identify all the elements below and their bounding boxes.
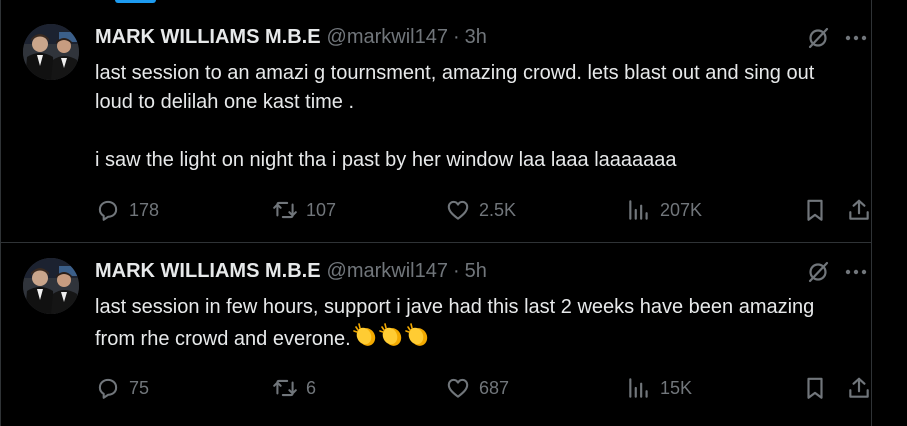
repost-button[interactable]: 6 — [272, 375, 316, 401]
repost-count: 6 — [306, 377, 317, 398]
separator-dot: · — [452, 26, 460, 48]
more-dots-icon[interactable] — [843, 259, 869, 285]
bar-chart-icon — [629, 200, 648, 220]
views-button[interactable]: 207K — [626, 197, 702, 223]
tweet-header-actions — [805, 259, 871, 285]
tweet-paragraph: last session in few hours, support i jav… — [95, 296, 820, 350]
share-upload-icon — [849, 199, 869, 220]
tweet-actions: 178 107 2.5K 207K — [95, 197, 871, 223]
repost-arrows-icon — [273, 379, 297, 397]
author-name[interactable]: MARK WILLIAMS M.B.E — [95, 259, 321, 283]
grok-icon[interactable] — [805, 25, 831, 51]
more-dots-icon[interactable] — [843, 25, 869, 51]
clapping-hands-icon — [352, 323, 427, 346]
share-button[interactable] — [846, 197, 880, 223]
repost-arrows-icon — [273, 201, 297, 219]
avatar[interactable] — [23, 24, 79, 80]
tweet-header: MARK WILLIAMS M.B.E @markwil147 · 3h — [95, 25, 487, 49]
repost-count: 107 — [306, 199, 337, 220]
bar-chart-icon — [629, 378, 648, 398]
like-count: 687 — [479, 377, 510, 398]
reply-count: 75 — [129, 377, 150, 398]
bookmark-icon — [807, 199, 823, 221]
bookmark-button[interactable] — [802, 197, 836, 223]
reply-count: 178 — [129, 199, 160, 220]
timestamp[interactable]: 3h — [465, 25, 487, 49]
heart-icon — [447, 378, 469, 398]
timestamp[interactable]: 5h — [465, 259, 487, 283]
tab-indicator — [115, 0, 156, 3]
speech-bubble-icon — [98, 200, 118, 221]
avatar[interactable] — [23, 258, 79, 314]
speech-bubble-icon — [98, 378, 118, 399]
share-button[interactable] — [846, 375, 880, 401]
heart-icon — [447, 200, 469, 220]
bookmark-button[interactable] — [802, 375, 836, 401]
tweet-paragraph: i saw the light on night tha i past by h… — [95, 149, 677, 171]
author-handle[interactable]: @markwil147 — [327, 25, 448, 49]
tweet-header: MARK WILLIAMS M.B.E @markwil147 · 5h — [95, 259, 487, 283]
author-name[interactable]: MARK WILLIAMS M.B.E — [95, 25, 321, 49]
reply-button[interactable]: 75 — [95, 375, 149, 401]
tweet-actions: 75 6 687 15K — [95, 375, 871, 401]
repost-button[interactable]: 107 — [272, 197, 336, 223]
tweet-paragraph: last session to an amazi g tournsment, a… — [95, 62, 820, 113]
reply-button[interactable]: 178 — [95, 197, 159, 223]
tweet-text: last session to an amazi g tournsment, a… — [95, 59, 855, 175]
tweet[interactable]: MARK WILLIAMS M.B.E @markwil147 · 3h las… — [0, 9, 871, 243]
like-button[interactable]: 687 — [445, 375, 509, 401]
view-count: 207K — [660, 199, 703, 220]
separator-dot: · — [452, 260, 460, 282]
clapping-hands-emoji — [352, 322, 431, 357]
like-count: 2.5K — [479, 199, 517, 220]
grok-icon[interactable] — [805, 259, 831, 285]
tweet[interactable]: MARK WILLIAMS M.B.E @markwil147 · 5h las… — [0, 243, 871, 426]
like-button[interactable]: 2.5K — [445, 197, 516, 223]
share-upload-icon — [849, 377, 869, 398]
views-button[interactable]: 15K — [626, 375, 692, 401]
view-count: 15K — [660, 377, 693, 398]
tweet-text: last session in few hours, support i jav… — [95, 293, 855, 357]
author-handle[interactable]: @markwil147 — [327, 259, 448, 283]
bookmark-icon — [807, 377, 823, 399]
tweet-header-actions — [805, 25, 871, 51]
